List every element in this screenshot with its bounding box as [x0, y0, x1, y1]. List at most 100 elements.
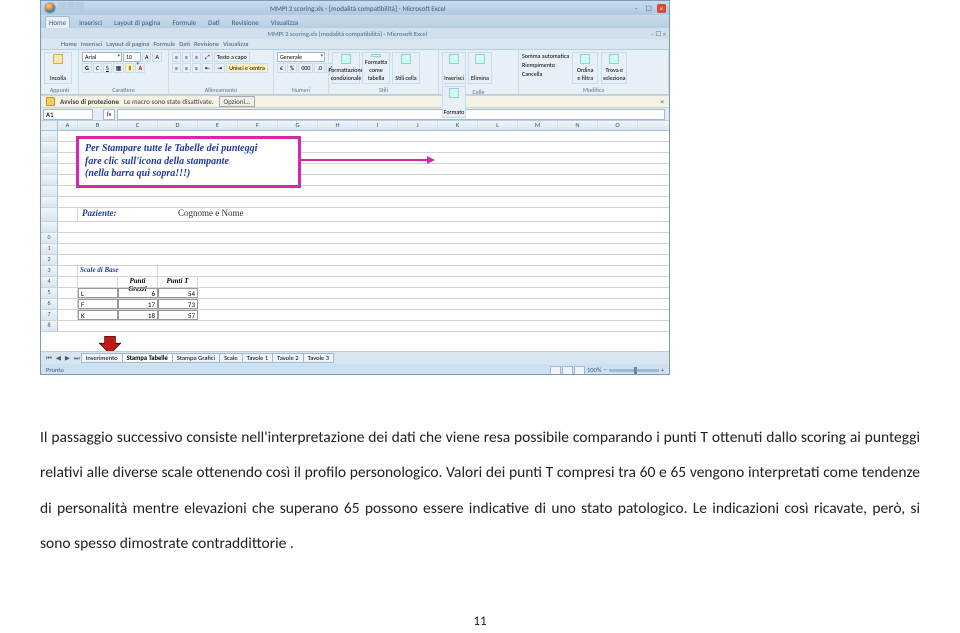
sheet-tab[interactable]: Scale: [219, 353, 243, 363]
col-header[interactable]: D: [158, 121, 198, 130]
col-header[interactable]: L: [478, 121, 518, 130]
currency-icon[interactable]: €: [277, 63, 286, 73]
insert-cells-button[interactable]: Inserisci: [442, 52, 466, 84]
select-all-corner[interactable]: [41, 121, 58, 130]
grow-font-icon[interactable]: A: [142, 52, 151, 62]
borders-icon[interactable]: ▦: [113, 63, 125, 73]
tab-nav-first-icon[interactable]: ⏮: [44, 354, 54, 363]
font-size-select[interactable]: 10: [123, 52, 141, 62]
autosum-button[interactable]: Somma automatica: [522, 52, 569, 60]
cell-styles-button[interactable]: Stili cella: [392, 52, 420, 84]
bold-button[interactable]: G: [82, 63, 92, 73]
fx-button[interactable]: fx: [103, 109, 115, 120]
row-header[interactable]: 4: [41, 277, 58, 287]
col-header[interactable]: C: [118, 121, 158, 130]
tab2-home[interactable]: Home: [61, 40, 77, 48]
security-options-button[interactable]: Opzioni...: [219, 96, 256, 107]
tab2-formule[interactable]: Formule: [153, 40, 175, 48]
view-normal-icon[interactable]: [550, 366, 561, 375]
col-header[interactable]: E: [198, 121, 238, 130]
col-header[interactable]: G: [278, 121, 318, 130]
zoom-slider[interactable]: [609, 369, 659, 372]
security-close-icon[interactable]: ×: [661, 97, 665, 106]
maximize-button[interactable]: ☐: [643, 4, 655, 13]
cond-format-button[interactable]: Formattazione condizionale: [332, 52, 360, 84]
tab-visualizza[interactable]: Visualizza: [268, 17, 301, 28]
tab2-visualizza[interactable]: Visualizza: [223, 40, 248, 48]
col-header[interactable]: F: [238, 121, 278, 130]
tab2-inserisci[interactable]: Inserisci: [81, 40, 102, 48]
tab-layout[interactable]: Layout di pagina: [111, 17, 163, 28]
col-header[interactable]: N: [558, 121, 598, 130]
align-middle-icon[interactable]: ≡: [182, 52, 191, 62]
indent-inc-icon[interactable]: ⇥: [214, 63, 225, 73]
name-box[interactable]: A1: [43, 109, 93, 120]
align-top-icon[interactable]: ≡: [172, 52, 181, 62]
font-name-select[interactable]: Arial: [82, 52, 122, 62]
sort-filter-button[interactable]: Ordina e filtra: [572, 52, 598, 84]
sheet-tab-active[interactable]: Stampa Tabelle: [122, 353, 173, 363]
tab2-revisione[interactable]: Revisione: [194, 40, 219, 48]
col-header[interactable]: K: [438, 121, 478, 130]
col-header[interactable]: B: [78, 121, 118, 130]
col-header[interactable]: A: [58, 121, 78, 130]
format-table-button[interactable]: Formatta come tabella: [362, 52, 390, 84]
col-header[interactable]: J: [398, 121, 438, 130]
col-header[interactable]: H: [318, 121, 358, 130]
underline-button[interactable]: S: [103, 63, 112, 73]
view-layout-icon[interactable]: [562, 366, 573, 375]
close-button[interactable]: ×: [657, 4, 667, 13]
indent-dec-icon[interactable]: ⇤: [202, 63, 213, 73]
clear-button[interactable]: Cancella: [522, 70, 569, 78]
tab-nav-prev-icon[interactable]: ◀: [54, 354, 63, 362]
align-right-icon[interactable]: ≡: [192, 63, 201, 73]
row-header[interactable]: 5: [41, 288, 58, 298]
orientation-icon[interactable]: ⤢: [202, 52, 213, 62]
sheet-tab[interactable]: Tavole 1: [242, 353, 273, 363]
find-select-button[interactable]: Trova e seleziona: [601, 52, 627, 84]
sheet-tab[interactable]: Stampa Grafici: [172, 353, 220, 363]
row-header[interactable]: 6: [41, 299, 58, 309]
number-format-select[interactable]: Generale: [277, 52, 325, 62]
tab-formule[interactable]: Formule: [170, 17, 200, 28]
tab-nav-next-icon[interactable]: ▶: [63, 354, 72, 362]
row-header[interactable]: 3: [41, 266, 58, 276]
italic-button[interactable]: C: [93, 63, 102, 73]
row-header[interactable]: 1: [41, 244, 58, 254]
qat-redo-icon[interactable]: [76, 2, 84, 10]
tab-inserisci[interactable]: Inserisci: [76, 17, 105, 28]
tab2-layout[interactable]: Layout di pagina: [106, 40, 149, 48]
align-bottom-icon[interactable]: ≡: [192, 52, 201, 62]
shrink-font-icon[interactable]: A: [152, 52, 161, 62]
sheet-tab[interactable]: Tavole 2: [272, 353, 303, 363]
zoom-out-button[interactable]: −: [604, 366, 607, 374]
align-left-icon[interactable]: ≡: [172, 63, 181, 73]
minimize-button[interactable]: –: [632, 4, 642, 13]
sheet-tab[interactable]: Tavole 3: [303, 353, 334, 363]
view-pagebreak-icon[interactable]: [574, 366, 585, 375]
row-header[interactable]: 2: [41, 255, 58, 265]
inner-close-button[interactable]: ×: [663, 30, 666, 38]
tab-home[interactable]: Home: [45, 16, 70, 28]
qat-undo-icon[interactable]: [67, 2, 75, 10]
row-header[interactable]: 0: [41, 233, 58, 243]
delete-cells-button[interactable]: Elimina: [468, 52, 492, 84]
inner-minimize-button[interactable]: –: [651, 30, 654, 38]
merge-center-button[interactable]: Unisci e centra: [226, 63, 268, 73]
formula-input[interactable]: [117, 109, 665, 120]
col-header[interactable]: I: [358, 121, 398, 130]
col-header[interactable]: M: [518, 121, 558, 130]
tab-dati[interactable]: Dati: [205, 17, 223, 28]
inner-maximize-button[interactable]: ☐: [655, 30, 661, 38]
sheet-tab[interactable]: Inserimento: [81, 353, 123, 363]
zoom-in-button[interactable]: +: [661, 366, 664, 374]
tab-revisione[interactable]: Revisione: [229, 17, 262, 28]
row-header[interactable]: 7: [41, 310, 58, 320]
inc-decimal-icon[interactable]: .0: [314, 63, 325, 73]
wrap-text-button[interactable]: Testo a capo: [214, 52, 250, 62]
comma-icon[interactable]: 000: [298, 63, 313, 73]
fill-color-icon[interactable]: ◊: [125, 63, 134, 73]
paste-button[interactable]: Incolla: [44, 52, 72, 84]
align-center-icon[interactable]: ≡: [182, 63, 191, 73]
spreadsheet-grid[interactable]: Paziente: Cognome e Nome 0 1 2 3 Scale d…: [41, 131, 669, 351]
